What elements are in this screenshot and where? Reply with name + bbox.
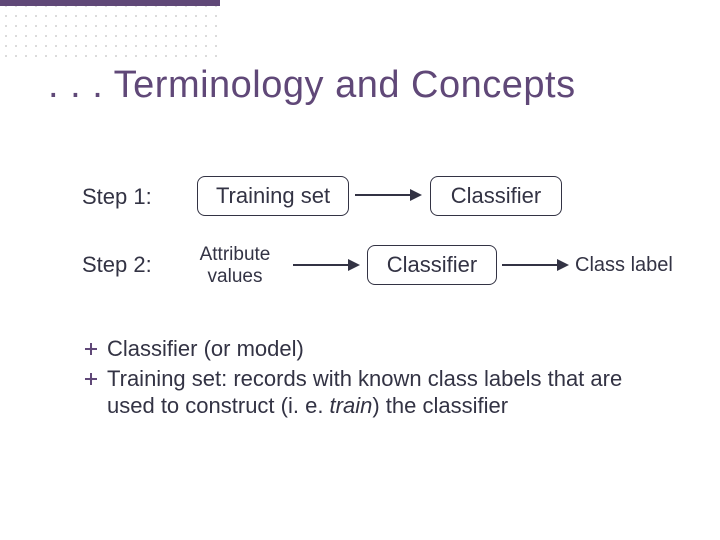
attribute-line1: Attribute bbox=[200, 244, 271, 265]
class-label-text: Class label bbox=[575, 254, 673, 277]
list-item: Classifier (or model) bbox=[85, 335, 665, 363]
box-classifier-step2-text: Classifier bbox=[387, 252, 477, 278]
box-classifier-step2: Classifier bbox=[367, 245, 497, 285]
box-classifier-step1: Classifier bbox=[430, 176, 562, 216]
list-item: Training set: records with known class l… bbox=[85, 365, 665, 420]
attribute-values-text: Attribute values bbox=[180, 244, 290, 288]
diamond-bullet-icon bbox=[85, 373, 97, 385]
bullet-1-text: Classifier (or model) bbox=[107, 335, 304, 363]
diamond-bullet-icon bbox=[85, 343, 97, 355]
step1-label: Step 1: bbox=[82, 184, 152, 210]
decor-top-bar bbox=[0, 0, 220, 6]
decor-dot-grid bbox=[0, 0, 220, 60]
box-classifier-step1-text: Classifier bbox=[451, 183, 541, 209]
arrow-icon bbox=[355, 189, 422, 201]
box-training-set-text: Training set bbox=[216, 183, 330, 209]
step2-label: Step 2: bbox=[82, 252, 152, 278]
box-training-set: Training set bbox=[197, 176, 349, 216]
attribute-line2: values bbox=[208, 266, 263, 287]
bullet-2-text: Training set: records with known class l… bbox=[107, 365, 665, 420]
bullet-list: Classifier (or model) Training set: reco… bbox=[85, 335, 665, 422]
bullet-2-italic: train bbox=[330, 393, 373, 418]
bullet-2-part2: ) the classifier bbox=[372, 393, 508, 418]
slide-title: . . . Terminology and Concepts bbox=[48, 64, 576, 107]
arrow-icon bbox=[293, 259, 360, 271]
arrow-icon bbox=[502, 259, 569, 271]
